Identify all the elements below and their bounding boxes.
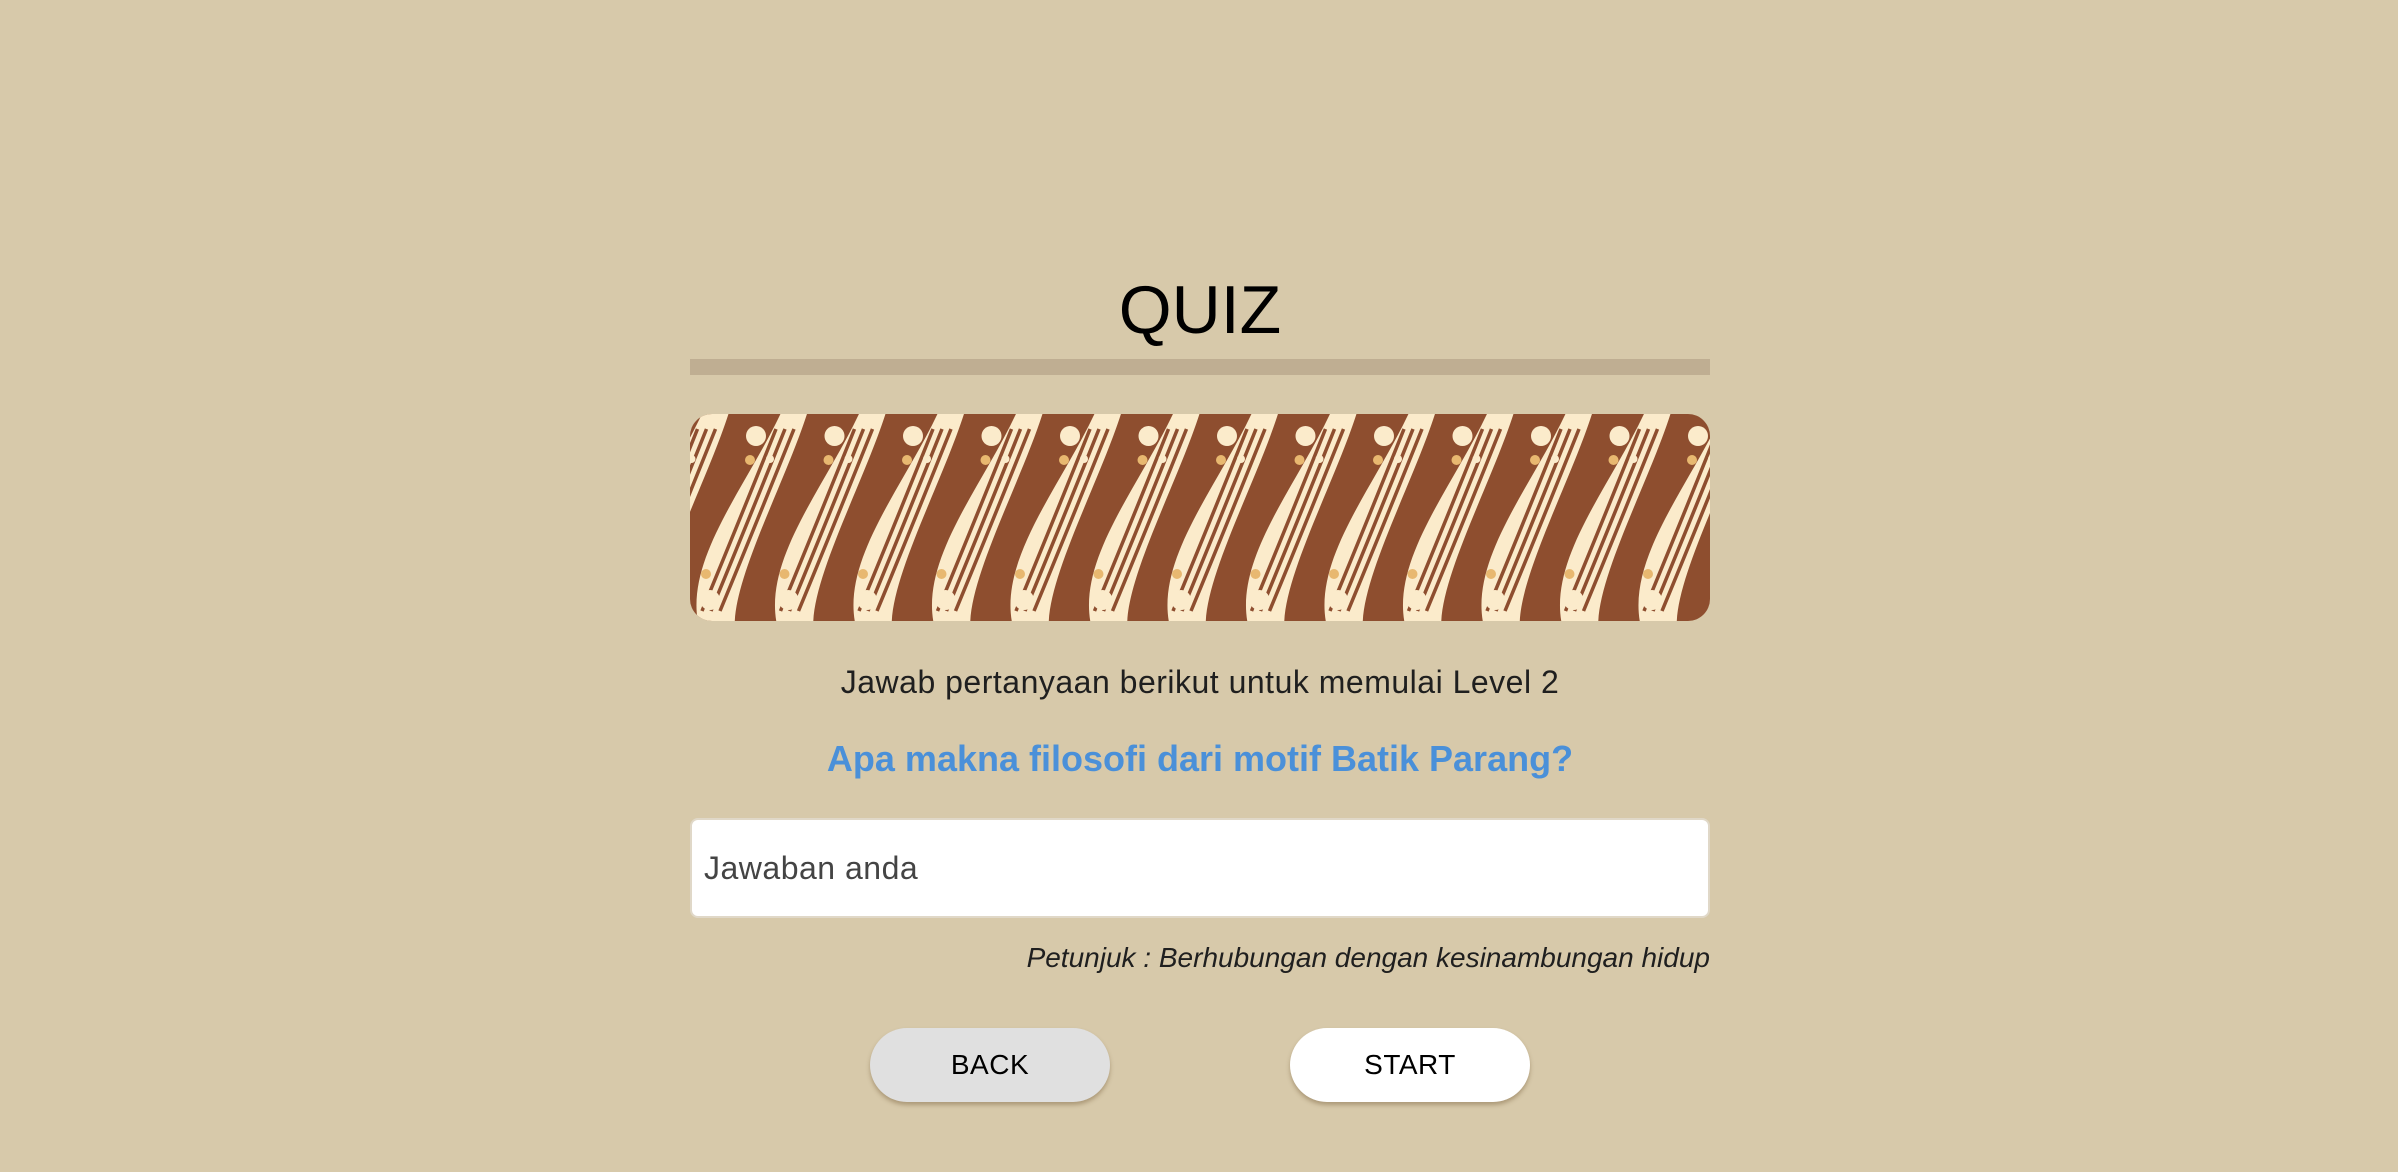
batik-pattern-image <box>690 414 1710 621</box>
title-divider <box>690 359 1710 375</box>
instruction-text: Jawab pertanyaan berikut untuk memulai L… <box>840 664 1560 700</box>
question-text: Apa makna filosofi dari motif Batik Para… <box>826 738 1574 779</box>
back-button[interactable]: BACK <box>870 1028 1110 1102</box>
answer-input[interactable] <box>690 818 1710 918</box>
page-title: QUIZ <box>1118 272 1282 348</box>
quiz-screen: QUIZ Jawab pertanyaan berikut untuk memu… <box>0 0 2398 1172</box>
start-button[interactable]: START <box>1290 1028 1530 1102</box>
hint-text: Petunjuk : Berhubungan dengan kesinambun… <box>1026 942 1710 973</box>
batik-parang-banner <box>690 414 1710 621</box>
